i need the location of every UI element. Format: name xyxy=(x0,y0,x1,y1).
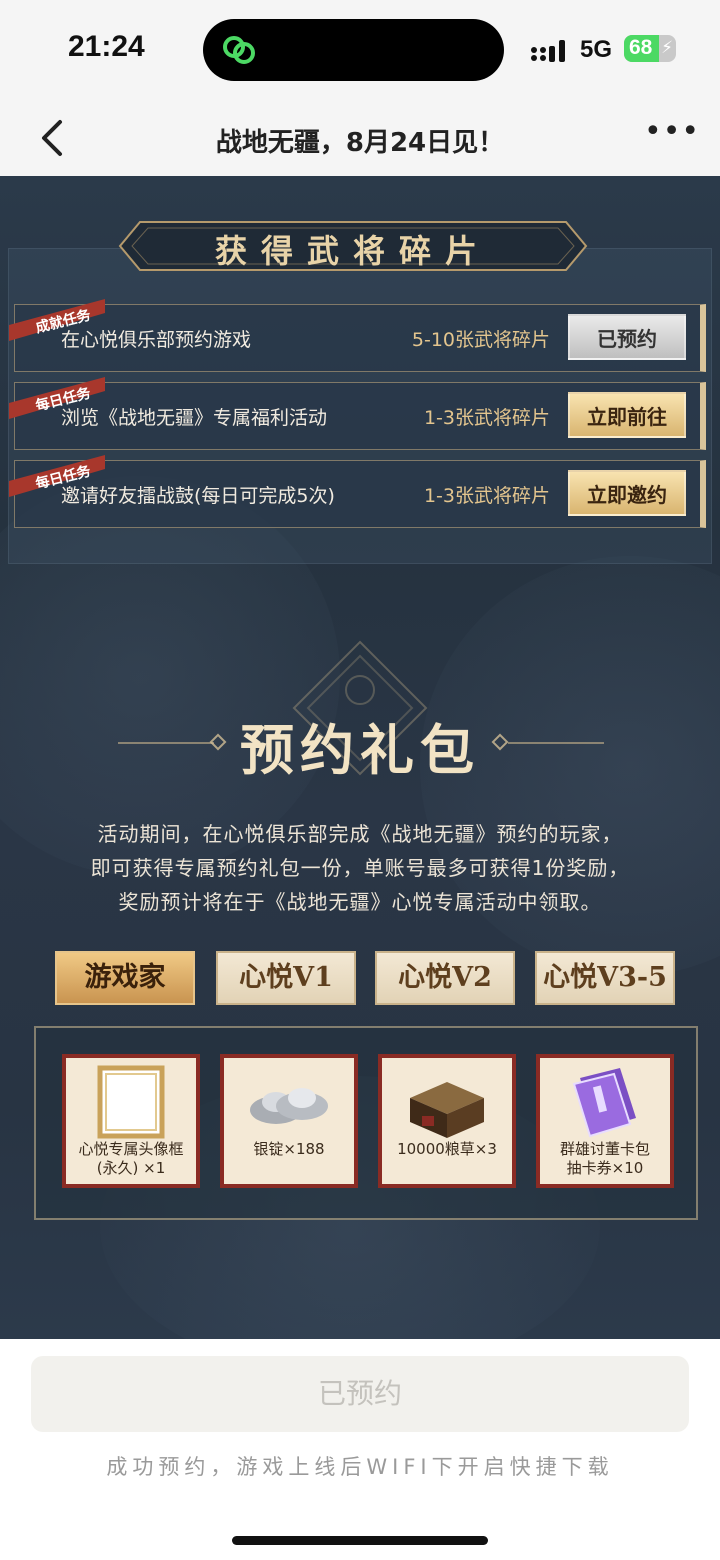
more-icon[interactable]: ••• xyxy=(644,117,699,152)
task-name: 在心悦俱乐部预约游戏 xyxy=(61,329,252,351)
reward-label: 心悦专属头像框 (永久) ×1 xyxy=(66,1140,196,1178)
reward-label-line: 10000粮草×3 xyxy=(397,1140,497,1158)
reward-label-line: 抽卡券×10 xyxy=(566,1159,644,1177)
tier-tab-v1[interactable]: 心悦V1 xyxy=(216,951,356,1005)
reward-label: 群雄讨董卡包 抽卡券×10 xyxy=(540,1140,670,1178)
link-icon xyxy=(223,36,255,64)
charging-bolt-icon: ⚡ xyxy=(661,38,673,58)
grain-box-icon xyxy=(410,1082,484,1138)
status-time: 21:24 xyxy=(68,30,145,63)
card-pack-icon xyxy=(572,1068,636,1138)
tasks-title: 获得武将碎片 xyxy=(214,232,491,270)
task-row: 每日任务 邀请好友擂战鼓(每日可完成5次) 1-3张武将碎片 立即邀约 xyxy=(9,455,706,528)
reserved-button[interactable]: 已预约 xyxy=(31,1356,689,1432)
task-name: 浏览《战地无疆》专属福利活动 xyxy=(61,407,328,429)
task-reward: 1-3张武将碎片 xyxy=(423,485,550,507)
section-banner: 获得武将碎片 xyxy=(118,220,588,272)
reserved-task-button[interactable]: 已预约 xyxy=(568,314,686,360)
battery-percent: 68 xyxy=(629,36,653,59)
task-reward: 5-10张武将碎片 xyxy=(411,329,550,351)
reward-label-line: 银锭×188 xyxy=(253,1140,325,1158)
avatar-frame-icon xyxy=(97,1065,165,1139)
description-line: 活动期间，在心悦俱乐部完成《战地无疆》预约的玩家， xyxy=(97,822,623,846)
signal-icon xyxy=(531,40,565,62)
home-indicator xyxy=(232,1536,488,1545)
page-title: 战地无疆，8月24日见！ xyxy=(215,128,505,158)
right-decor-line xyxy=(508,742,604,744)
reward-label: 10000粮草×3 xyxy=(382,1140,512,1159)
dynamic-island xyxy=(203,19,504,81)
task-row: 每日任务 浏览《战地无疆》专属福利活动 1-3张武将碎片 立即前往 xyxy=(9,377,706,450)
tier-tab-gamer[interactable]: 游戏家 xyxy=(55,951,195,1005)
tier-tab-v3-5[interactable]: 心悦V3-5 xyxy=(535,951,675,1005)
network-label: 5G xyxy=(580,36,613,63)
download-hint: 成功预约，游戏上线后WIFI下开启快捷下载 xyxy=(106,1455,614,1479)
task-name: 邀请好友擂战鼓(每日可完成5次) xyxy=(61,485,335,507)
description-line: 即可获得专属预约礼包一份，单账号最多可获得1份奖励， xyxy=(90,856,630,880)
task-row: 成就任务 在心悦俱乐部预约游戏 5-10张武将碎片 已预约 xyxy=(9,299,706,372)
nav-bar: 战地无疆，8月24日见！ ••• xyxy=(0,100,720,176)
status-bar: 21:24 5G 68 ⚡ xyxy=(0,0,720,100)
bottom-bar: 已预约 成功预约，游戏上线后WIFI下开启快捷下载 xyxy=(0,1339,720,1560)
silver-ingot-icon xyxy=(250,1088,328,1124)
battery-icon: 68 ⚡ xyxy=(624,35,676,62)
tier-tab-v2[interactable]: 心悦V2 xyxy=(375,951,515,1005)
invite-now-button[interactable]: 立即邀约 xyxy=(568,470,686,516)
reward-label-line: (永久) ×1 xyxy=(96,1159,166,1177)
description-line: 奖励预计将在于《战地无疆》心悦专属活动中领取。 xyxy=(118,890,602,914)
reward-card: 心悦专属头像框 (永久) ×1 xyxy=(62,1054,200,1188)
gift-title: 预约礼包 xyxy=(240,718,480,782)
reward-panel: 心悦专属头像框 (永久) ×1 银锭×188 10000粮草×3 群雄讨董卡包 … xyxy=(34,1026,698,1220)
reward-label-line: 心悦专属头像框 xyxy=(78,1140,184,1158)
reward-label-line: 群雄讨董卡包 xyxy=(559,1140,650,1158)
task-reward: 1-3张武将碎片 xyxy=(423,407,550,429)
reward-card: 群雄讨董卡包 抽卡券×10 xyxy=(536,1054,674,1188)
reward-label: 银锭×188 xyxy=(224,1140,354,1159)
activity-content: 获得武将碎片 成就任务 在心悦俱乐部预约游戏 5-10张武将碎片 已预约 每日任… xyxy=(0,176,720,1339)
go-now-button[interactable]: 立即前往 xyxy=(568,392,686,438)
reward-card: 银锭×188 xyxy=(220,1054,358,1188)
reward-card: 10000粮草×3 xyxy=(378,1054,516,1188)
